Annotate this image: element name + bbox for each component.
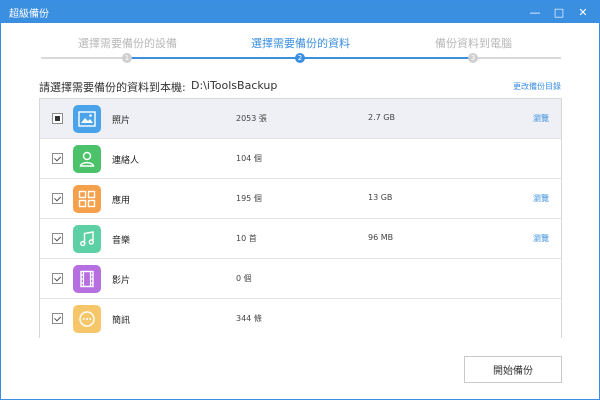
title-bar: 超級備份 — □ ✕ [1, 1, 599, 23]
step-1-dot: 1 [122, 53, 132, 63]
checkbox-messages[interactable] [52, 313, 63, 324]
list-item-videos[interactable]: 影片 0 個 [40, 259, 561, 299]
item-count: 104 個 [236, 154, 262, 163]
step-3-dot: 3 [468, 53, 478, 63]
item-name: 音樂 [112, 236, 131, 246]
step-1-label: 選擇需要備份的設備 [78, 37, 177, 50]
item-count: 10 首 [236, 234, 257, 243]
step-2-dot: 2 [295, 53, 305, 63]
minimize-button[interactable]: — [523, 1, 547, 23]
browse-link-apps[interactable]: 瀏覽 [533, 193, 549, 204]
list-item-contacts[interactable]: 連絡人 104 個 [40, 139, 561, 179]
item-name: 連絡人 [112, 156, 140, 166]
item-size: 2.7 GB [368, 113, 395, 122]
app-window: 超級備份 — □ ✕ 選擇需要備份的設備 選擇需要備份的資料 備份資料到電腦 1… [0, 0, 600, 400]
item-name: 影片 [112, 276, 131, 286]
checkbox-photos[interactable] [52, 113, 63, 124]
film-icon [73, 265, 101, 293]
list-item-music[interactable]: 音樂 10 首 96 MB 瀏覽 [40, 219, 561, 259]
apps-icon [73, 185, 101, 213]
checkbox-apps[interactable] [52, 193, 63, 204]
photo-icon [73, 105, 101, 133]
window-controls: — □ ✕ [523, 1, 595, 23]
backup-item-list: 照片 2053 張 2.7 GB 瀏覽 連絡人 104 個 應用 195 個 1… [39, 98, 562, 339]
browse-link-music[interactable]: 瀏覽 [533, 233, 549, 244]
window-title: 超級備份 [9, 9, 49, 20]
item-count: 344 條 [236, 314, 262, 323]
music-icon [73, 225, 101, 253]
item-name: 簡訊 [112, 316, 131, 326]
contact-icon [73, 145, 101, 173]
item-count: 195 個 [236, 194, 262, 203]
checkbox-music[interactable] [52, 233, 63, 244]
item-size: 13 GB [368, 193, 393, 202]
checkbox-contacts[interactable] [52, 153, 63, 164]
backup-path-row: 請選擇需要備份的資料到本機: D:\iToolsBackup 更改備份目錄 [39, 79, 561, 95]
item-name: 應用 [112, 196, 131, 206]
maximize-button[interactable]: □ [547, 1, 571, 23]
step-line-1 [41, 57, 127, 59]
backup-path-value: D:\iToolsBackup [191, 79, 278, 92]
start-backup-button[interactable]: 開始備份 [464, 356, 562, 383]
step-3-label: 備份資料到電腦 [435, 37, 512, 50]
item-size: 96 MB [368, 233, 394, 242]
item-count: 2053 張 [236, 114, 267, 123]
item-count: 0 個 [236, 274, 252, 283]
step-2-label: 選擇需要備份的資料 [251, 37, 350, 50]
list-item-messages[interactable]: 簡訊 344 條 [40, 299, 561, 339]
step-line-3 [473, 57, 561, 59]
browse-link-photos[interactable]: 瀏覽 [533, 113, 549, 124]
message-icon [73, 305, 101, 333]
change-directory-link[interactable]: 更改備份目錄 [513, 81, 561, 92]
progress-stepper: 選擇需要備份的設備 選擇需要備份的資料 備份資料到電腦 1 2 3 [41, 31, 561, 67]
list-item-photos[interactable]: 照片 2053 張 2.7 GB 瀏覽 [40, 99, 561, 139]
checkbox-videos[interactable] [52, 273, 63, 284]
backup-path-label: 請選擇需要備份的資料到本機: [39, 81, 186, 94]
item-name: 照片 [112, 116, 131, 126]
list-item-apps[interactable]: 應用 195 個 13 GB 瀏覽 [40, 179, 561, 219]
close-button[interactable]: ✕ [571, 1, 595, 23]
